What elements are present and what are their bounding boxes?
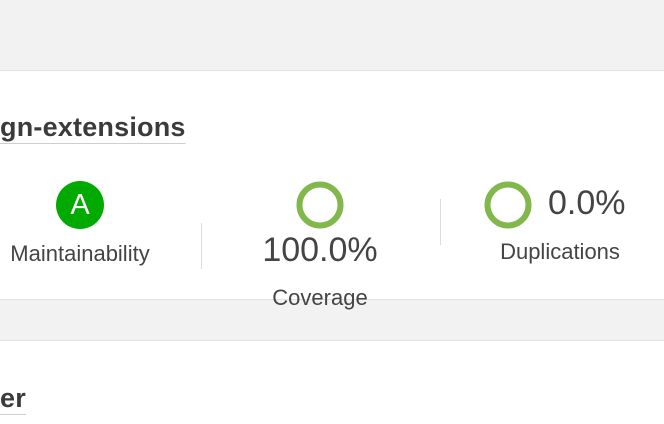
maintainability-measure[interactable]: A Maintainability bbox=[0, 181, 160, 271]
maintainability-rating-badge: A bbox=[56, 181, 104, 229]
measure-divider bbox=[201, 223, 202, 269]
duplications-value: 0.0% bbox=[548, 184, 626, 222]
duplications-label: Duplications bbox=[500, 239, 620, 264]
coverage-measure[interactable]: 100.0% Coverage bbox=[240, 181, 400, 311]
project-title-link[interactable]: gn-extensions bbox=[0, 112, 186, 143]
coverage-ring-icon bbox=[296, 181, 344, 229]
project-card: gn-extensions A Maintainability 100.0% C… bbox=[0, 70, 664, 310]
duplications-ring-icon bbox=[484, 181, 532, 229]
measure-divider bbox=[440, 199, 441, 245]
coverage-value: 100.0% bbox=[262, 231, 378, 269]
project-title-link[interactable]: er bbox=[0, 383, 26, 414]
projects-page: gn-extensions A Maintainability 100.0% C… bbox=[0, 0, 664, 424]
project-card: er bbox=[0, 340, 664, 424]
maintainability-label: Maintainability bbox=[10, 241, 150, 266]
coverage-label: Coverage bbox=[272, 285, 368, 310]
duplications-measure[interactable]: 0.0% Duplications bbox=[474, 181, 654, 271]
